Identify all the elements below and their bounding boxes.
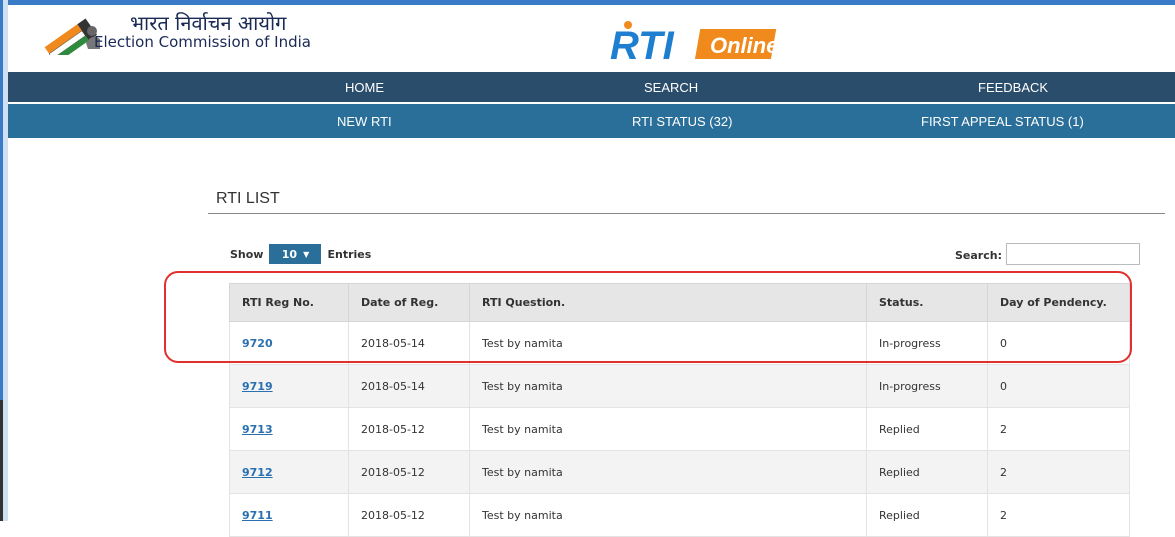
site-header: भारत निर्वाचन आयोग Election Commission o… [8, 5, 1175, 67]
table-row[interactable]: 9713 2018-05-12 Test by namita Replied 2 [229, 407, 1130, 451]
table-row[interactable]: 9712 2018-05-12 Test by namita Replied 2 [229, 450, 1130, 494]
hindi-title: भारत निर्वाचन आयोग [130, 11, 287, 35]
table-header-row: RTI Reg No. Date of Reg. RTI Question. S… [229, 283, 1130, 322]
nav-rti-status[interactable]: RTI STATUS (32) [632, 104, 732, 138]
cell-date: 2018-05-14 [348, 364, 470, 408]
english-title: Election Commission of India [94, 33, 311, 51]
cell-status: Replied [866, 450, 988, 494]
entries-control: Show 10 ▼ Entries [230, 244, 371, 264]
reg-no-link[interactable]: 9712 [242, 466, 273, 479]
col-header-reg-no[interactable]: RTI Reg No. [229, 283, 349, 322]
top-navbar: HOME SEARCH FEEDBACK [8, 72, 1175, 102]
show-label: Show [230, 247, 264, 261]
cell-pendency: 0 [987, 364, 1130, 408]
rti-table: RTI Reg No. Date of Reg. RTI Question. S… [229, 283, 1130, 537]
cell-reg-no: 9713 [229, 407, 349, 451]
search-input[interactable] [1006, 243, 1140, 265]
cell-pendency: 2 [987, 407, 1130, 451]
nav-feedback[interactable]: FEEDBACK [978, 72, 1048, 102]
entries-value: 10 [281, 247, 298, 261]
cell-status: In-progress [866, 321, 988, 365]
cell-question: Test by namita [469, 321, 867, 365]
title-divider [208, 213, 1165, 214]
reg-no-link[interactable]: 9720 [242, 337, 273, 350]
cell-reg-no: 9711 [229, 493, 349, 537]
window-left-border [0, 0, 8, 521]
col-header-pendency[interactable]: Day of Pendency. [987, 283, 1130, 322]
entries-label: Entries [327, 247, 372, 261]
rti-logo-text: RTI [610, 24, 675, 63]
entries-select[interactable]: 10 ▼ [269, 244, 322, 264]
window-left-dark-strip [0, 400, 3, 521]
rti-logo-online-text: Online [710, 33, 778, 58]
cell-pendency: 0 [987, 321, 1130, 365]
cell-reg-no: 9712 [229, 450, 349, 494]
col-header-status[interactable]: Status. [866, 283, 988, 322]
cell-status: Replied [866, 407, 988, 451]
cell-question: Test by namita [469, 450, 867, 494]
reg-no-link[interactable]: 9719 [242, 380, 273, 393]
search-label: Search: [955, 249, 1002, 262]
reg-no-link[interactable]: 9711 [242, 509, 273, 522]
nav-first-appeal-status[interactable]: FIRST APPEAL STATUS (1) [921, 104, 1084, 138]
cell-status: Replied [866, 493, 988, 537]
cell-question: Test by namita [469, 493, 867, 537]
nav-new-rti[interactable]: NEW RTI [337, 104, 392, 138]
col-header-question[interactable]: RTI Question. [469, 283, 867, 322]
table-row[interactable]: 9711 2018-05-12 Test by namita Replied 2 [229, 493, 1130, 537]
cell-date: 2018-05-14 [348, 321, 470, 365]
cell-reg-no: 9720 [229, 321, 349, 365]
rti-online-logo[interactable]: RTI Online [608, 19, 788, 63]
cell-reg-no: 9719 [229, 364, 349, 408]
table-row[interactable]: 9719 2018-05-14 Test by namita In-progre… [229, 364, 1130, 408]
table-row[interactable]: 9720 2018-05-14 Test by namita In-progre… [229, 321, 1130, 365]
nav-search[interactable]: SEARCH [644, 72, 698, 102]
cell-date: 2018-05-12 [348, 493, 470, 537]
chevron-down-icon: ▼ [303, 249, 310, 259]
cell-date: 2018-05-12 [348, 450, 470, 494]
page-title: RTI LIST [216, 190, 280, 207]
col-header-date[interactable]: Date of Reg. [348, 283, 470, 322]
cell-pendency: 2 [987, 493, 1130, 537]
cell-status: In-progress [866, 364, 988, 408]
cell-question: Test by namita [469, 407, 867, 451]
cell-question: Test by namita [469, 364, 867, 408]
cell-pendency: 2 [987, 450, 1130, 494]
cell-date: 2018-05-12 [348, 407, 470, 451]
reg-no-link[interactable]: 9713 [242, 423, 273, 436]
secondary-navbar: NEW RTI RTI STATUS (32) FIRST APPEAL STA… [8, 104, 1175, 138]
nav-home[interactable]: HOME [345, 72, 384, 102]
